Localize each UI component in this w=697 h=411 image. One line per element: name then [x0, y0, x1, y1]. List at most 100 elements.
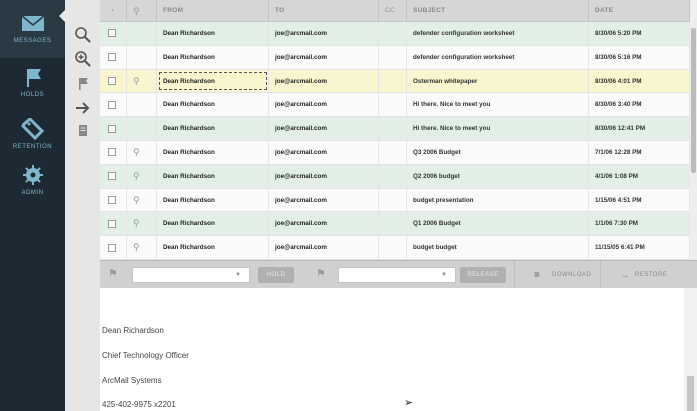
row-checkbox[interactable] [108, 148, 116, 157]
nav-retention-label: RETENTION [12, 144, 53, 150]
preview-scroll-thumb[interactable] [687, 376, 694, 411]
release-button[interactable]: RELEASE [460, 267, 506, 283]
row-from: Dean Richardson [157, 140, 269, 164]
row-date: 8/30/06 5:16 PM [589, 45, 690, 69]
row-from: Dean Richardson [157, 45, 269, 69]
row-checkbox[interactable] [108, 219, 116, 228]
row-cc [379, 212, 407, 236]
header-attachment[interactable]: ⚲ [127, 0, 157, 21]
header-subject[interactable]: SUBJECT [407, 0, 589, 21]
row-to: joe@arcmail.com [269, 22, 379, 45]
attachment-cell: ⚲ [127, 164, 157, 188]
nav-messages-label: MESSAGES [13, 38, 52, 44]
row-to: joe@arcmail.com [269, 45, 379, 69]
row-checkbox-cell [100, 22, 127, 45]
table-row[interactable]: ⚲ Dean Richardson joe@arcmail.com Q1 2006 B… [100, 212, 690, 237]
table-row[interactable]: ⚲ Dean Richardson joe@arcmail.com Osterman … [100, 69, 690, 94]
row-from: Dean Richardson [157, 188, 269, 212]
nav-holds[interactable]: HOLDS [0, 58, 65, 116]
row-checkbox-cell [100, 93, 127, 117]
document-icon[interactable] [74, 122, 92, 140]
row-checkbox[interactable] [108, 76, 116, 85]
header-cc[interactable]: CC [379, 0, 407, 21]
row-to: joe@arcmail.com [269, 188, 379, 212]
row-date: 7/1/06 12:28 PM [589, 140, 690, 164]
row-cc [379, 69, 407, 93]
grid-scrollbar[interactable] [690, 0, 697, 260]
preview-scrollbar[interactable] [684, 288, 697, 411]
release-flag-icon: ⚑ [316, 268, 326, 280]
attachment-cell: ⚲ [127, 69, 157, 93]
row-checkbox-cell [100, 188, 127, 212]
row-subject: defender configuration worksheet [407, 22, 589, 45]
row-checkbox[interactable] [108, 100, 116, 109]
row-checkbox[interactable] [108, 172, 116, 181]
row-subject: budget budget [407, 236, 589, 259]
row-checkbox[interactable] [108, 53, 116, 62]
hold-select[interactable]: ▼ [132, 267, 250, 283]
row-to: joe@arcmail.com [269, 164, 379, 188]
paperclip-icon: ⚲ [133, 75, 140, 86]
header-sort-arrow[interactable]: ‹ [100, 0, 127, 21]
row-date: 8/30/06 4:01 PM [589, 69, 690, 93]
attachment-cell: ⚲ [127, 212, 157, 236]
row-checkbox-cell [100, 69, 127, 93]
attachment-cell: ⚲ [127, 188, 157, 212]
row-to: joe@arcmail.com [269, 236, 379, 259]
table-row[interactable]: Dean Richardson joe@arcmail.com Hi there. … [100, 93, 690, 118]
table-row[interactable]: Dean Richardson joe@arcmail.com defender c… [100, 45, 690, 70]
chevron-down-icon: ▼ [441, 272, 447, 278]
row-date: 11/15/05 6:41 PM [589, 236, 690, 259]
action-toolbar: ⚑ ▼ HOLD ⚑ ▼ RELEASE ▩ DOWNLOAD → RESTOR… [100, 260, 697, 289]
flag-icon [26, 69, 41, 87]
search-icon[interactable] [74, 26, 92, 44]
table-row[interactable]: Dean Richardson joe@arcmail.com Hi there. … [100, 117, 690, 141]
table-row[interactable]: ⚲ Dean Richardson joe@arcmail.com Q3 2006 B… [100, 140, 690, 165]
preview-line: Dean Richardson [102, 326, 164, 335]
row-from: Dean Richardson [157, 22, 269, 45]
attachment-cell [127, 22, 157, 45]
restore-button[interactable]: RESTORE [635, 261, 667, 289]
nav-admin[interactable]: ADMIN [0, 156, 65, 214]
header-from[interactable]: FROM [157, 0, 269, 21]
row-checkbox[interactable] [108, 29, 116, 38]
row-from: Dean Richardson [157, 93, 269, 117]
table-row[interactable]: Dean Richardson joe@arcmail.com defender c… [100, 22, 690, 46]
row-checkbox[interactable] [108, 124, 116, 133]
hold-button[interactable]: HOLD [258, 267, 294, 283]
preview-line: Chief Technology Officer [102, 351, 189, 360]
row-checkbox-cell [100, 236, 127, 259]
tool-column [65, 0, 100, 411]
grid-body: Dean Richardson joe@arcmail.com defender c… [100, 22, 690, 260]
zoom-in-icon[interactable] [74, 50, 92, 68]
table-row[interactable]: ⚲ Dean Richardson joe@arcmail.com budget pr… [100, 188, 690, 213]
row-from: Dean Richardson [157, 117, 269, 140]
envelope-icon [20, 15, 45, 31]
nav-admin-label: ADMIN [21, 190, 44, 196]
mouse-cursor-icon: ➢ [404, 397, 414, 409]
nav-messages[interactable]: MESSAGES [0, 0, 66, 58]
table-row[interactable]: ⚲ Dean Richardson joe@arcmail.com budget bu… [100, 236, 690, 260]
row-checkbox-cell [100, 45, 127, 69]
grid-scroll-thumb[interactable] [691, 28, 696, 173]
download-button[interactable]: DOWNLOAD [552, 261, 591, 289]
row-from: Dean Richardson [157, 212, 269, 236]
row-cc [379, 236, 407, 259]
table-row[interactable]: ⚲ Dean Richardson joe@arcmail.com Q2 2006 b… [100, 164, 690, 189]
row-checkbox[interactable] [108, 195, 116, 204]
row-date: 4/1/06 1:08 PM [589, 164, 690, 188]
attachment-cell [127, 117, 157, 140]
row-to: joe@arcmail.com [269, 140, 379, 164]
row-checkbox[interactable] [108, 243, 116, 252]
row-cc [379, 188, 407, 212]
flag-icon[interactable] [74, 75, 92, 93]
header-date[interactable]: DATE [589, 0, 690, 21]
message-preview: Dean Richardson Chief Technology Officer… [100, 288, 684, 411]
row-to: joe@arcmail.com [269, 212, 379, 236]
paperclip-icon: ⚲ [133, 194, 140, 205]
attachment-cell [127, 45, 157, 69]
row-subject: Q3 2006 Budget [407, 140, 589, 164]
forward-arrow-icon[interactable] [74, 99, 92, 117]
release-select[interactable]: ▼ [338, 267, 456, 283]
header-to[interactable]: TO [269, 0, 379, 21]
